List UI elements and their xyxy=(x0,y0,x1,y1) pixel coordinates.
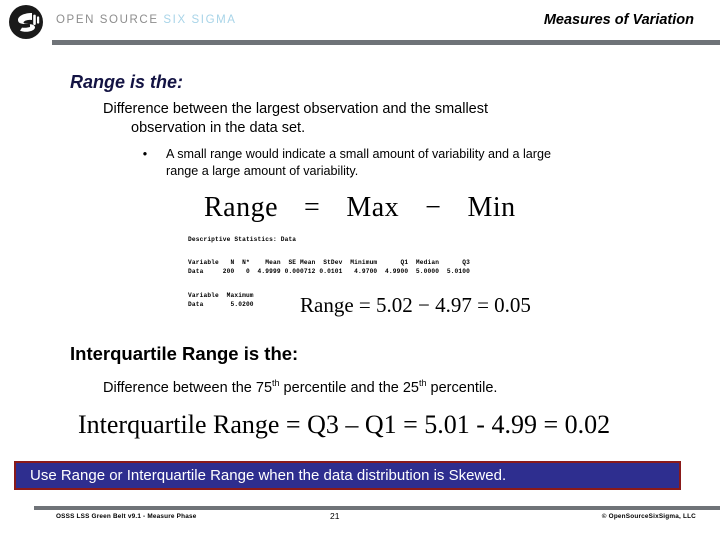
footer-divider xyxy=(34,506,720,510)
minitab-table-secondary: Variable Maximum Data 5.0200 xyxy=(188,292,254,309)
brand-wordmark: OPEN SOURCE SIX SIGMA xyxy=(56,14,237,26)
minitab-table-header-row: Variable N N* Mean SE Mean StDev Minimum… xyxy=(188,259,471,266)
range-bullet: • A small range would indicate a small a… xyxy=(138,146,668,180)
iqr-definition: Difference between the 75th percentile a… xyxy=(103,378,497,396)
iqr-definition-mid: percentile and the 25 xyxy=(279,379,419,396)
range-formula-min: Min xyxy=(467,192,516,223)
range-formula-minus: − xyxy=(425,192,442,223)
range-formula-lhs: Range xyxy=(204,192,279,223)
footer-copyright: © OpenSourceSixSigma, LLC xyxy=(601,513,696,520)
footer-course-label: OSSS LSS Green Belt v9.1 - Measure Phase xyxy=(56,513,197,520)
range-heading: Range is the: xyxy=(70,72,184,92)
callout-text: Use Range or Interquartile Range when th… xyxy=(30,467,507,484)
brand-accent: SIX SIGMA xyxy=(163,14,237,26)
minitab-table2-data-row: Data 5.0200 xyxy=(188,300,254,308)
brand-prefix: OPEN SOURCE xyxy=(56,14,164,26)
bullet-marker-icon: • xyxy=(142,147,148,161)
range-definition: Difference between the largest observati… xyxy=(103,100,623,138)
minitab-table2-header-row: Variable Maximum xyxy=(188,292,254,299)
iqr-heading: Interquartile Range is the: xyxy=(70,343,299,364)
callout-box: Use Range or Interquartile Range when th… xyxy=(14,461,681,490)
minitab-output-title: Descriptive Statistics: Data xyxy=(188,236,297,243)
iqr-formula: Interquartile Range = Q3 – Q1 = 5.01 - 4… xyxy=(78,410,611,439)
iqr-definition-suffix: percentile. xyxy=(426,379,498,396)
footer-page-number: 21 xyxy=(330,511,340,521)
range-formula-max: Max xyxy=(346,192,400,223)
minitab-table-primary: Variable N N* Mean SE Mean StDev Minimum… xyxy=(188,259,470,276)
range-definition-line1: Difference between the largest observati… xyxy=(103,101,489,117)
iqr-superscript-25th: th xyxy=(419,378,427,388)
slide: OPEN SOURCE SIX SIGMA Measures of Variat… xyxy=(0,0,720,540)
range-bullet-line1: A small range would indicate a small amo… xyxy=(166,147,552,161)
slide-header: OPEN SOURCE SIX SIGMA Measures of Variat… xyxy=(0,0,720,46)
page-title: Measures of Variation xyxy=(543,12,694,28)
header-divider xyxy=(52,40,720,45)
minitab-table-data-row: Data 200 0 4.9999 0.000712 0.0101 4.9700… xyxy=(188,267,471,275)
range-bullet-line2: range a large amount of variability. xyxy=(166,164,359,178)
iqr-superscript-75th: th xyxy=(272,378,280,388)
range-formula-equals: = xyxy=(304,192,321,223)
range-calculation: Range = 5.02 − 4.97 = 0.05 xyxy=(300,293,531,317)
range-definition-line2: observation in the data set. xyxy=(131,120,306,136)
iqr-definition-prefix: Difference between the 75 xyxy=(103,379,273,396)
opensource-sixsigma-logo-icon xyxy=(8,4,44,40)
range-formula: Range = Max − Min xyxy=(204,192,516,224)
